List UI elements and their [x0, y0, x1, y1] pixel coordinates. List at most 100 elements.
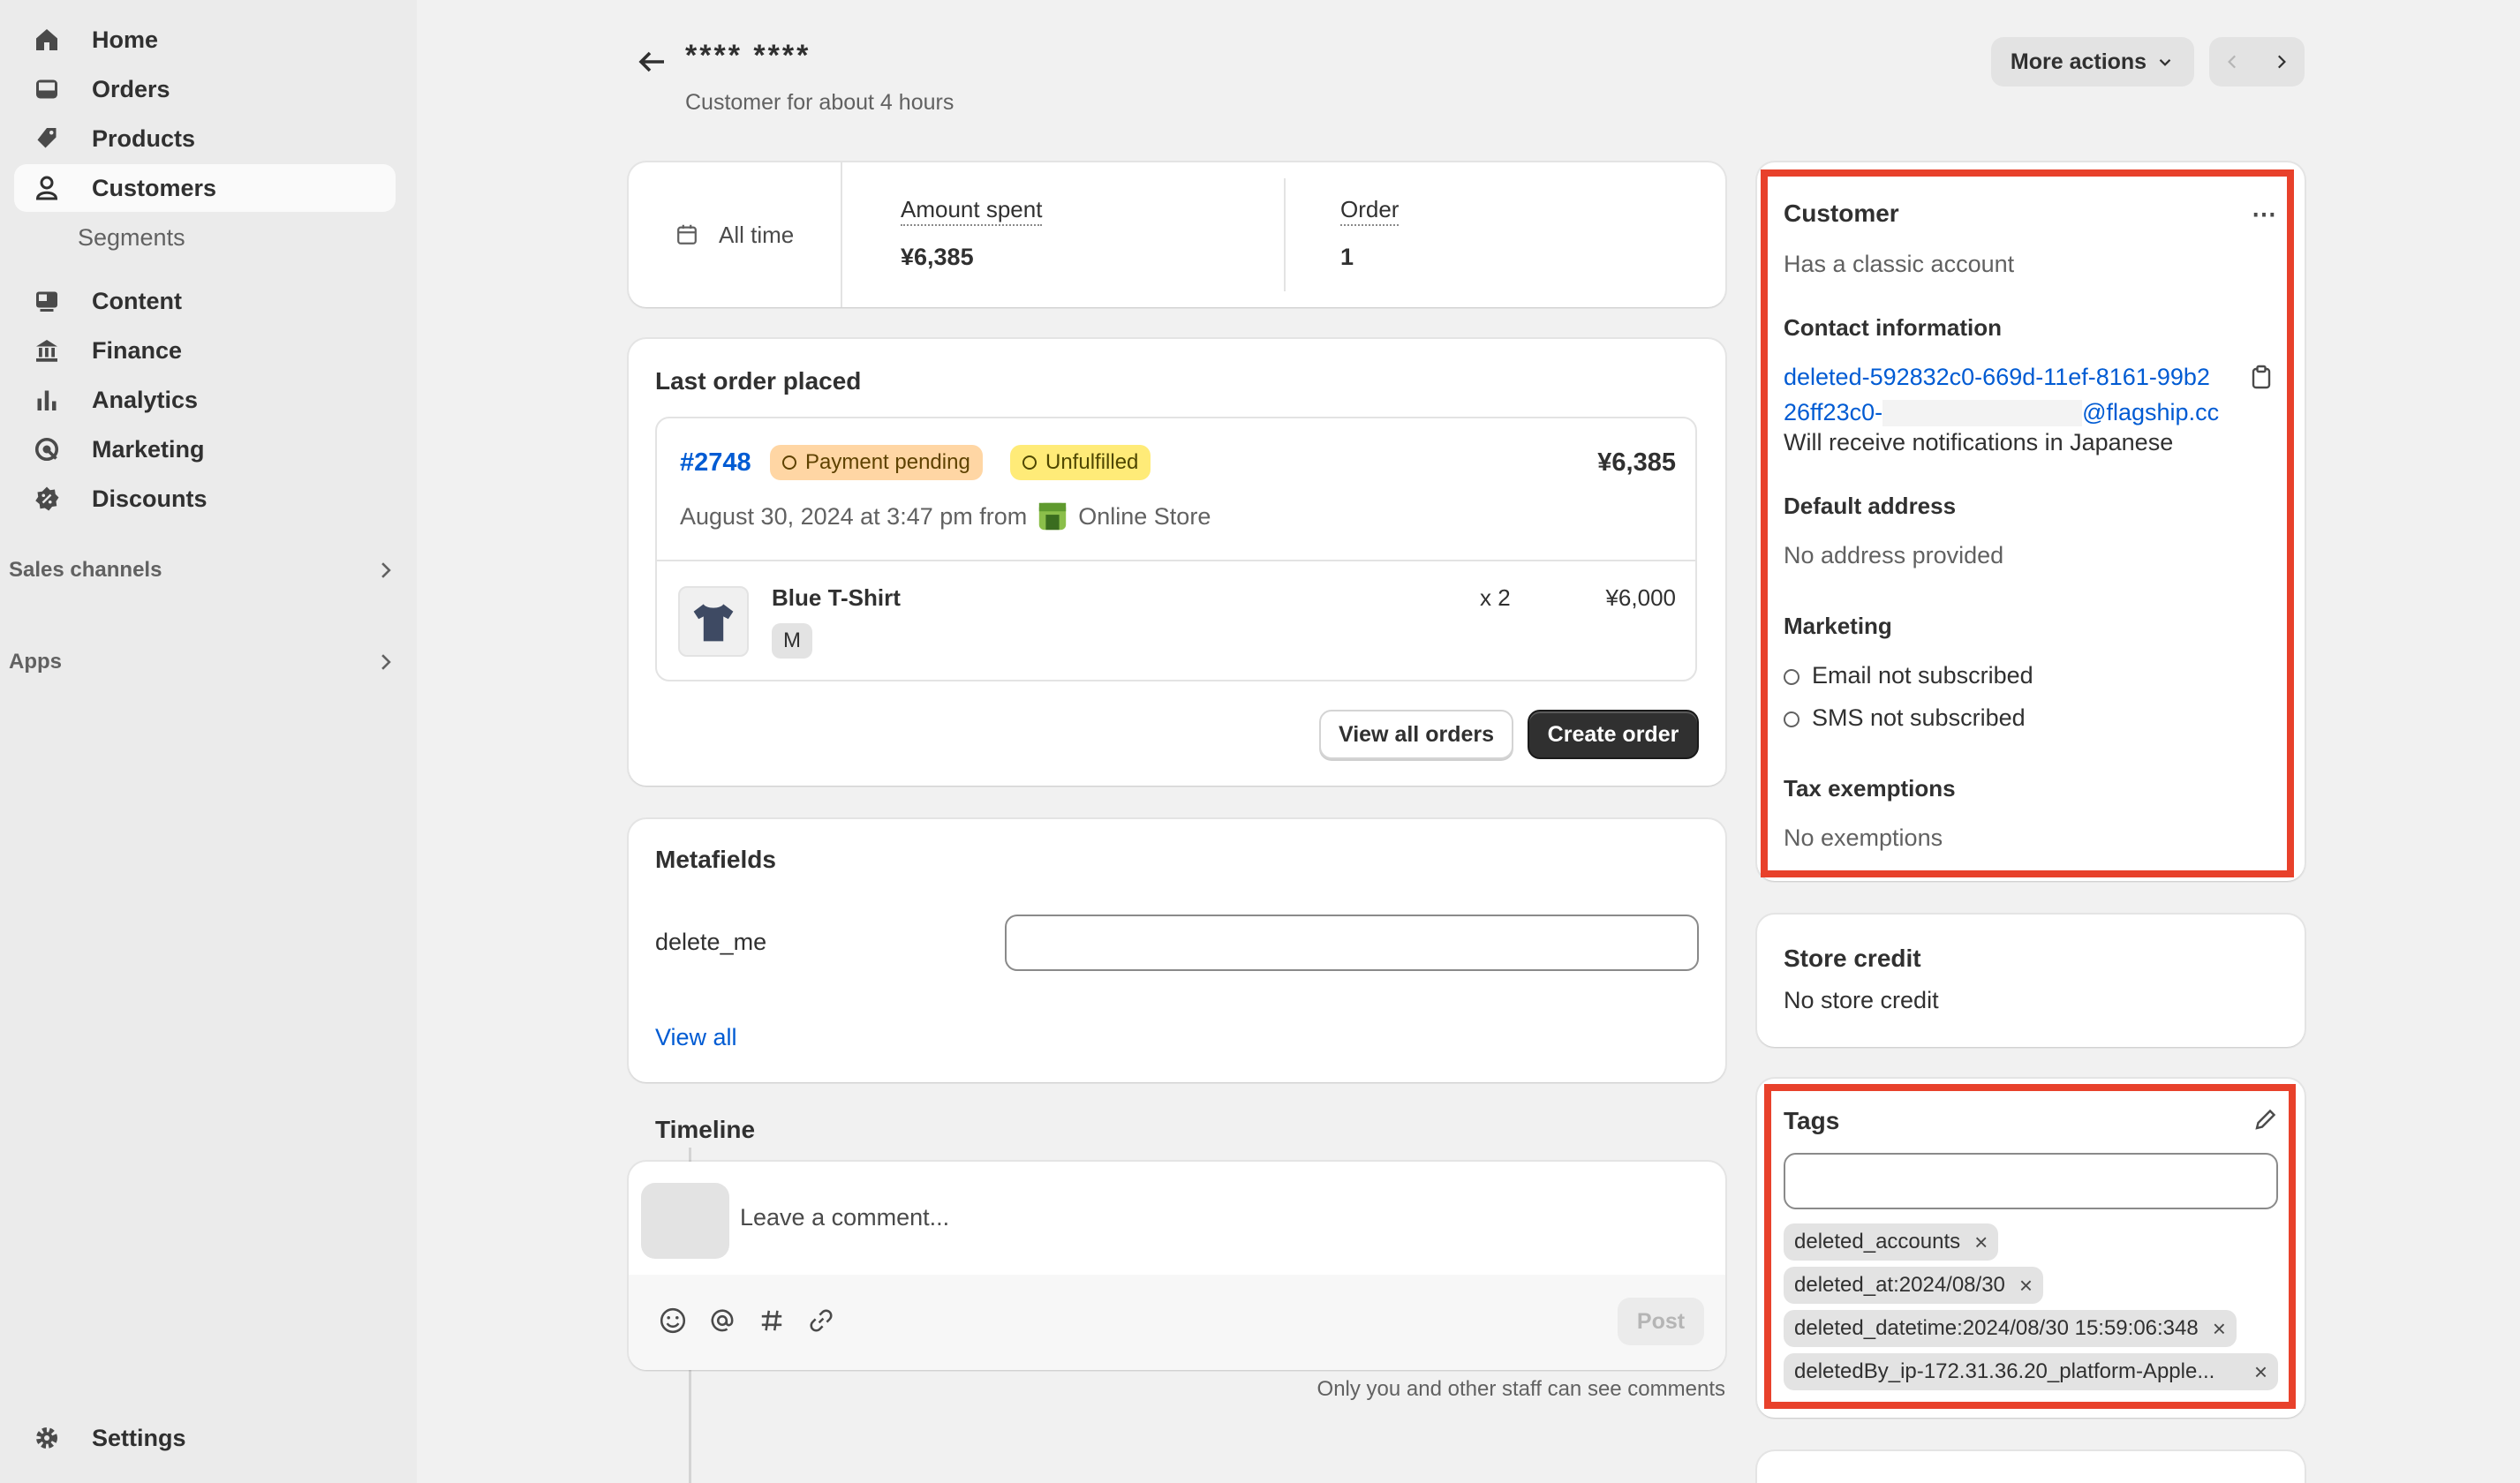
product-name[interactable]: Blue T-Shirt	[772, 584, 901, 612]
hashtag-icon[interactable]	[758, 1306, 786, 1335]
tag-label: deletedBy_ip-172.31.36.20_platform-Apple…	[1794, 1359, 2215, 1383]
customer-since: Customer for about 4 hours	[685, 90, 954, 115]
tags-input[interactable]	[1784, 1153, 2278, 1209]
more-actions-button[interactable]: More actions	[1991, 37, 2194, 87]
next-customer-button[interactable]	[2257, 37, 2305, 87]
inbox-icon	[32, 74, 62, 104]
bar-chart-icon	[32, 385, 62, 415]
more-options-icon[interactable]: ⋯	[2252, 199, 2278, 229]
sidebar-item-label: Analytics	[92, 386, 199, 413]
sidebar-item-label: Orders	[92, 75, 170, 102]
remove-tag-icon[interactable]: ×	[2213, 1315, 2226, 1343]
metafield-label: delete_me	[655, 929, 767, 955]
tag-icon	[32, 124, 62, 154]
sidebar-item-label: Content	[92, 287, 182, 314]
content-icon	[32, 286, 62, 316]
apps-section[interactable]: Apps	[9, 650, 397, 674]
chevron-right-icon	[381, 654, 391, 670]
pencil-icon[interactable]	[2252, 1107, 2278, 1133]
divider	[657, 560, 1695, 561]
date-range-label: All time	[719, 221, 795, 248]
mention-icon[interactable]	[708, 1306, 736, 1335]
avatar	[641, 1183, 729, 1259]
sms-marketing-label: SMS not subscribed	[1812, 704, 2026, 731]
t-shirt-icon	[693, 604, 734, 642]
sidebar-item-discounts[interactable]: Discounts	[14, 475, 396, 523]
unfulfilled-badge: Unfulfilled	[1010, 445, 1151, 480]
sms-marketing-status: SMS not subscribed	[1784, 704, 2026, 732]
view-all-metafields-link[interactable]: View all	[655, 1024, 737, 1051]
product-thumbnail	[678, 586, 749, 657]
tag-chip: deleted_datetime:2024/08/30 15:59:06:348…	[1784, 1310, 2237, 1347]
email-link-line-1[interactable]: deleted-592832c0-669d-11ef-8161-99b2	[1784, 364, 2210, 391]
sidebar-item-label: Settings	[92, 1424, 186, 1451]
metafield-input[interactable]	[1005, 915, 1699, 971]
target-icon	[32, 434, 62, 464]
sidebar-item-marketing[interactable]: Marketing	[14, 425, 396, 473]
sidebar-item-segments[interactable]: Segments	[78, 224, 185, 252]
default-address-value: No address provided	[1784, 542, 2004, 568]
tag-chip: deleted_at:2024/08/30 ×	[1784, 1267, 2044, 1304]
order-count-label: Order	[1340, 196, 1400, 226]
sidebar-item-home[interactable]: Home	[14, 16, 396, 64]
sidebar-item-label: Marketing	[92, 435, 205, 463]
contact-info-heading: Contact information	[1784, 314, 2002, 341]
date-range-button[interactable]: All time	[629, 162, 842, 307]
link-icon[interactable]	[807, 1306, 835, 1335]
comment-input[interactable]: Leave a comment...	[740, 1204, 949, 1231]
remove-tag-icon[interactable]: ×	[2254, 1359, 2267, 1386]
divider	[1284, 178, 1286, 291]
sidebar-item-settings[interactable]: Settings	[14, 1414, 396, 1462]
product-quantity: x 2	[1480, 584, 1511, 611]
emoji-icon[interactable]	[659, 1306, 687, 1335]
order-number-link[interactable]: #2748	[680, 448, 751, 478]
tags-title: Tags	[1784, 1107, 1840, 1134]
view-all-orders-button[interactable]: View all orders	[1319, 710, 1513, 759]
post-button[interactable]: Post	[1618, 1298, 1704, 1345]
order-channel: Online Store	[1078, 502, 1211, 530]
chevron-down-icon	[2159, 59, 2171, 66]
circle-icon	[782, 455, 796, 470]
customer-name: **** ****	[685, 39, 811, 72]
metafields-title: Metafields	[655, 846, 776, 873]
back-arrow-icon[interactable]	[634, 44, 669, 79]
comment-composer: Leave a comment... Post	[629, 1162, 1725, 1370]
sidebar: Home Orders Products Customers Segments …	[0, 0, 417, 1483]
store-credit-card: Store credit No store credit	[1757, 915, 2305, 1047]
tag-chip: deleted_accounts ×	[1784, 1223, 1999, 1261]
composer-toolbar: Post	[629, 1275, 1725, 1370]
badge-label: Unfulfilled	[1045, 450, 1139, 474]
create-order-button[interactable]: Create order	[1528, 710, 1699, 759]
variant-badge: M	[772, 623, 812, 659]
more-actions-label: More actions	[2010, 49, 2147, 74]
email-link-line-2[interactable]: 26ff23c0- @flagship.cc	[1784, 399, 2219, 426]
circle-icon	[1022, 455, 1037, 470]
sidebar-item-orders[interactable]: Orders	[14, 65, 396, 113]
chevron-right-icon	[381, 562, 391, 578]
sidebar-item-analytics[interactable]: Analytics	[14, 376, 396, 424]
email-marketing-status: Email not subscribed	[1784, 662, 2033, 689]
clipboard-icon[interactable]	[2248, 364, 2275, 390]
badge-label: Payment pending	[805, 450, 970, 474]
sidebar-item-content[interactable]: Content	[14, 277, 396, 325]
stats-card: All time Amount spent ¥6,385 Order 1	[629, 162, 1725, 307]
tax-exemptions-value: No exemptions	[1784, 824, 1943, 851]
bank-icon	[32, 335, 62, 365]
previous-customer-button[interactable]	[2209, 37, 2257, 87]
store-credit-value: No store credit	[1784, 987, 1939, 1013]
remove-tag-icon[interactable]: ×	[1974, 1229, 1988, 1256]
chevron-left-icon	[2228, 55, 2236, 69]
sidebar-item-customers[interactable]: Customers	[14, 164, 396, 212]
online-store-icon	[1039, 502, 1067, 531]
sidebar-item-products[interactable]: Products	[14, 115, 396, 162]
person-icon	[32, 173, 62, 203]
tag-label: deleted_at:2024/08/30	[1794, 1273, 2005, 1297]
remove-tag-icon[interactable]: ×	[2019, 1272, 2033, 1299]
chevron-right-icon	[2278, 55, 2286, 69]
sidebar-item-finance[interactable]: Finance	[14, 327, 396, 374]
last-order-title: Last order placed	[655, 367, 862, 395]
redacted-block	[1882, 399, 2083, 426]
last-order-card: Last order placed #2748 Payment pending …	[629, 339, 1725, 786]
sales-channels-section[interactable]: Sales channels	[9, 558, 397, 583]
tax-exemptions-heading: Tax exemptions	[1784, 775, 1956, 802]
